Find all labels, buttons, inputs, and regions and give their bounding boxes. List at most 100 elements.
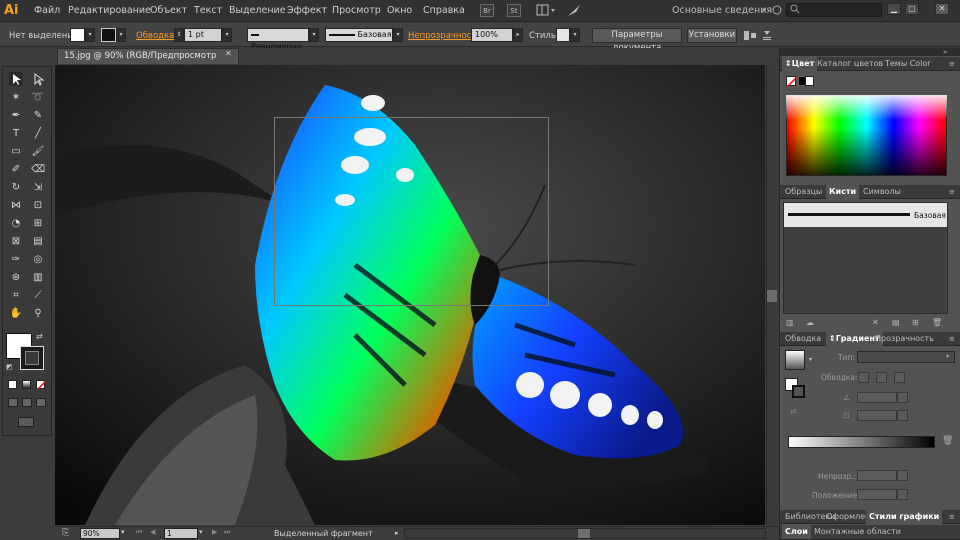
swap-fill-stroke-icon[interactable]: ⇄ [36,332,43,341]
preferences-button[interactable]: Установки [687,28,737,43]
curvature-tool-icon[interactable]: ✎ [31,109,45,123]
tab-stroke[interactable]: Обводка [782,332,824,346]
mesh-tool-icon[interactable]: ⊠ [9,235,23,249]
draw-normal-icon[interactable] [8,398,18,407]
fill-dropdown[interactable]: ▾ [85,28,95,42]
opacity-dropdown[interactable]: ▸ [513,28,523,42]
location-dropdown[interactable] [897,489,908,500]
gradient-opacity-field[interactable] [857,470,897,481]
delete-brush-icon[interactable]: 🗑 [932,318,942,327]
menu-edit[interactable]: Редактирование [68,5,151,16]
selection-tool-icon[interactable] [9,72,23,86]
fill-color-button[interactable] [70,28,85,42]
profile-dropdown[interactable]: ▾ [309,28,319,42]
panel-menu-icon[interactable]: ≡ [949,188,955,196]
perspective-grid-tool-icon[interactable]: ⊞ [31,217,45,231]
previous-artboard-icon[interactable]: ◀ [150,528,155,536]
document-info-icon[interactable]: ⎘ [62,528,69,538]
eraser-tool-icon[interactable]: ⌫ [31,163,45,177]
document-tab[interactable]: 15.jpg @ 90% (RGB/Предпросмотр GPU) [57,48,239,75]
stroke-weight-dropdown[interactable]: ▾ [222,28,232,42]
draw-behind-icon[interactable] [22,398,32,407]
tab-color[interactable]: ⇕Цвет [782,57,818,71]
magic-wand-tool-icon[interactable]: ✶ [9,91,23,105]
pen-tool-icon[interactable]: ✒ [9,109,23,123]
status-menu-arrow[interactable]: ▸ [395,529,399,537]
bounding-box[interactable] [274,117,549,306]
gradient-location-field[interactable] [857,489,897,500]
style-swatch[interactable] [556,28,570,42]
restore-button[interactable]: ▢ [905,3,919,15]
next-artboard-icon[interactable]: ▶ [212,528,217,536]
reverse-gradient-icon[interactable]: ⇄ [790,407,797,416]
panel-menu-icon[interactable]: ≡ [949,513,955,521]
close-icon[interactable]: ✕ [225,49,232,58]
brush-definition-field[interactable]: Базовая [325,28,393,42]
angle-field[interactable] [857,392,897,403]
tab-graphic-styles[interactable]: Стили графики [866,510,943,524]
sync-icon[interactable] [771,4,783,16]
tab-color-guide[interactable]: Каталог цветов [814,57,886,71]
tab-artboards[interactable]: Монтажные области [811,525,904,539]
zoom-dropdown-icon[interactable]: ▾ [121,528,125,536]
feather-icon[interactable] [566,3,582,18]
menu-select[interactable]: Выделение [229,5,286,16]
hand-tool-icon[interactable]: ✋ [9,307,23,321]
zoom-field[interactable]: 90% [80,528,120,539]
shaper-tool-icon[interactable]: ✐ [9,163,23,177]
document-setup-button[interactable]: Параметры документа [592,28,682,53]
chevron-down-icon[interactable]: ▾ [762,6,766,14]
menu-view[interactable]: Просмотр [332,5,381,16]
stroke-color-button[interactable] [101,28,116,42]
menu-file[interactable]: Файл [34,5,60,16]
none-color-swatch[interactable] [786,76,797,87]
zoom-tool-icon[interactable]: ⚲ [31,307,45,321]
screen-mode-icon[interactable] [18,417,34,427]
panel-menu-icon[interactable]: ≡ [949,60,955,68]
default-colors-icon[interactable]: ◩ [6,363,13,371]
chevron-down-icon[interactable]: ▾ [946,353,949,360]
symbol-sprayer-tool-icon[interactable]: ⊛ [9,271,23,285]
gradient-stroke-swatch[interactable] [792,385,805,398]
first-artboard-icon[interactable]: ⏮ [136,528,142,537]
artboard-number-field[interactable]: 1 [164,528,198,539]
delete-stop-icon[interactable]: 🗑 [942,436,953,446]
gradient-mode-button[interactable] [22,380,31,389]
free-transform-tool-icon[interactable]: ⊡ [31,199,45,213]
opacity-field[interactable]: 100% [471,28,513,42]
stroke-stepper[interactable]: ⇕ [174,28,184,42]
color-mode-button[interactable] [8,380,17,389]
menu-text[interactable]: Текст [194,5,222,16]
bridge-icon[interactable]: Br [480,4,494,17]
eyedropper-tool-icon[interactable]: ✑ [9,253,23,267]
gradient-tool-icon[interactable]: ▤ [31,235,45,249]
graph-tool-icon[interactable]: ▥ [31,271,45,285]
stroke-along-button[interactable] [876,372,887,383]
blend-tool-icon[interactable]: ◎ [31,253,45,267]
draw-inside-icon[interactable] [36,398,46,407]
stroke-across-button[interactable] [894,372,905,383]
dock-header[interactable] [780,48,960,56]
workspace-switcher[interactable]: Основные сведения [672,5,772,16]
collapse-dock-icon[interactable]: » [943,48,947,56]
brush-options-icon[interactable]: ▤ [892,318,900,327]
type-tool-icon[interactable]: T [9,127,23,141]
line-tool-icon[interactable]: ╱ [31,127,45,141]
menu-window[interactable]: Окно [387,5,412,16]
horizontal-scrollbar-thumb[interactable] [578,529,590,538]
tab-transparency[interactable]: Прозрачность [872,332,937,346]
close-button[interactable]: ✕ [935,3,949,15]
angle-dropdown[interactable] [897,392,908,403]
tab-symbols[interactable]: Символы [860,185,904,199]
rotate-tool-icon[interactable]: ↻ [9,181,23,195]
tab-layers[interactable]: Слои [782,525,811,539]
tab-brushes[interactable]: Кисти [826,185,860,199]
aspect-ratio-field[interactable] [857,410,897,421]
shape-builder-tool-icon[interactable]: ◔ [9,217,23,231]
menu-effect[interactable]: Эффект [287,5,327,16]
last-artboard-icon[interactable]: ⏭ [224,528,230,537]
gradient-preview-dropdown[interactable]: ▾ [809,356,812,363]
libraries-panel-icon[interactable]: ☁ [806,318,814,327]
scale-tool-icon[interactable]: ⇲ [31,181,45,195]
style-dropdown[interactable]: ▾ [570,28,580,42]
